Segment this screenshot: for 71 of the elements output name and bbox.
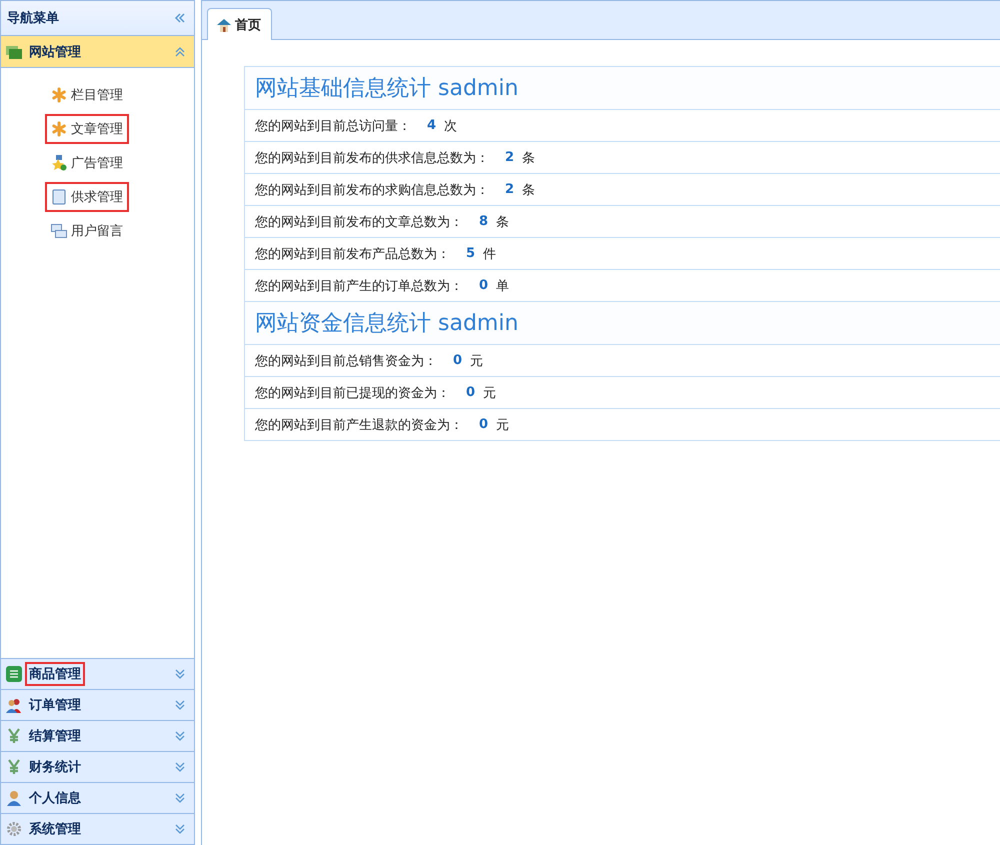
section-header[interactable]: 个人信息 — [1, 782, 194, 813]
section-header[interactable]: 系统管理 — [1, 813, 194, 844]
section-header[interactable]: 商品管理 — [1, 658, 194, 689]
stat-label: 您的网站到目前已提现的资金为： — [255, 384, 450, 402]
stat-value: 5 — [466, 246, 476, 261]
section-label: 个人信息 — [28, 790, 82, 808]
menu-item[interactable]: 用户留言 — [45, 216, 129, 246]
section-label: 财务统计 — [28, 758, 82, 777]
stat-unit: 元 — [470, 352, 484, 370]
home-tab[interactable]: 首页 — [207, 8, 272, 40]
panel-title: 网站资金信息统计 sadmin — [245, 302, 1000, 345]
stat-value: 2 — [505, 182, 514, 197]
stat-label: 您的网站到目前发布的供求信息总数为： — [255, 150, 489, 166]
stat-value: 0 — [479, 278, 488, 293]
menu-item[interactable]: 文章管理 — [45, 114, 129, 144]
menu-item[interactable]: 栏目管理 — [45, 80, 129, 110]
stat-label: 您的网站到目前总销售资金为： — [255, 352, 437, 370]
section-header[interactable]: 财务统计 — [1, 751, 194, 782]
house-icon — [216, 18, 232, 32]
panel-title: 网站基础信息统计 sadmin — [245, 67, 1000, 110]
stat-unit: 条 — [522, 182, 536, 198]
stat-label: 您的网站到目前发布产品总数为： — [255, 246, 450, 262]
yen-icon — [6, 728, 22, 744]
stat-label: 您的网站到目前发布的求购信息总数为： — [255, 182, 489, 198]
asterisk-icon — [51, 87, 67, 103]
stat-value: 0 — [466, 385, 476, 400]
stat-label: 您的网站到目前发布的文章总数为： — [255, 214, 463, 230]
expand-icon[interactable] — [174, 761, 186, 773]
section-label: 网站管理 — [28, 44, 82, 62]
stat-unit: 条 — [522, 150, 536, 166]
section-label: 商品管理 — [25, 662, 85, 686]
stat-unit: 元 — [496, 416, 510, 434]
stat-label: 您的网站到目前产生的订单总数为： — [255, 278, 463, 294]
stat-unit: 次 — [444, 118, 458, 134]
expand-icon[interactable] — [174, 668, 186, 680]
section-label: 结算管理 — [28, 728, 82, 746]
windows-icon — [51, 223, 67, 239]
menu-item[interactable]: 供求管理 — [45, 182, 129, 212]
stat-label: 您的网站到目前产生退款的资金为： — [255, 416, 463, 434]
stat-value: 0 — [479, 417, 488, 432]
users-icon — [6, 697, 22, 713]
stat-unit: 元 — [483, 384, 496, 402]
stat-value: 2 — [505, 150, 514, 165]
collapse-icon[interactable] — [174, 46, 186, 58]
sidebar-title: 导航菜单 — [7, 10, 60, 27]
collapse-icon[interactable] — [174, 12, 186, 24]
section-label: 订单管理 — [28, 697, 82, 715]
section-header[interactable]: 订单管理 — [1, 689, 194, 720]
yen-icon — [6, 759, 22, 775]
expand-icon[interactable] — [174, 792, 186, 804]
page-icon — [51, 189, 67, 205]
expand-icon[interactable] — [174, 730, 186, 742]
menu-item[interactable]: 广告管理 — [45, 148, 129, 178]
stat-value: 4 — [427, 118, 436, 133]
section-header[interactable]: 网站管理 — [1, 36, 194, 68]
star-badge-icon — [51, 155, 67, 171]
stat-value: 8 — [479, 214, 488, 229]
section-header[interactable]: 结算管理 — [1, 720, 194, 751]
folders-icon — [6, 44, 22, 58]
asterisk-icon — [51, 121, 67, 137]
expand-icon[interactable] — [174, 699, 186, 711]
stat-value: 0 — [453, 353, 462, 368]
stat-unit: 条 — [496, 214, 510, 230]
stat-unit: 单 — [496, 278, 510, 294]
spreadsheet-icon — [6, 666, 22, 682]
user-icon — [6, 790, 22, 806]
stat-label: 您的网站到目前总访问量： — [255, 118, 411, 134]
stat-unit: 件 — [483, 246, 496, 262]
gear-icon — [6, 821, 22, 837]
section-label: 系统管理 — [28, 820, 82, 839]
expand-icon[interactable] — [174, 823, 186, 835]
